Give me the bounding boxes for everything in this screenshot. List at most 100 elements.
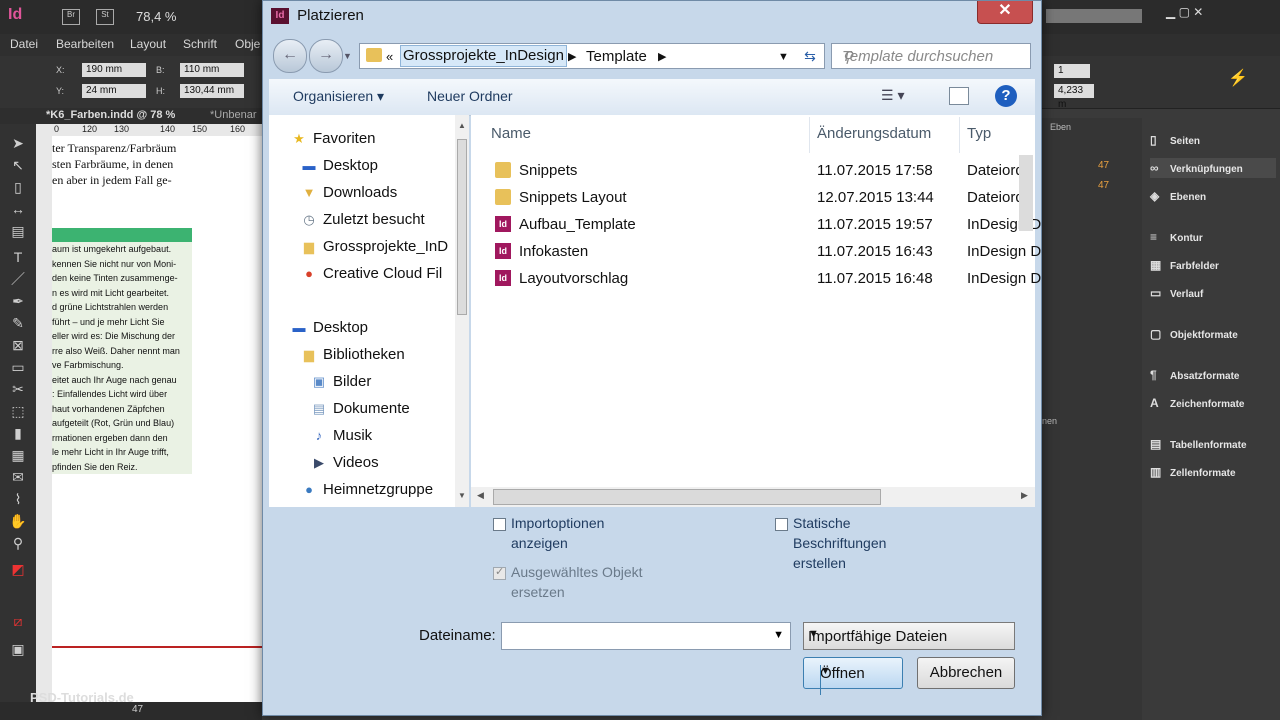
apply-none-icon[interactable]: ⧄ bbox=[9, 612, 27, 630]
nav-bibliotheken[interactable]: ▆ Bibliotheken bbox=[299, 344, 405, 366]
breadcrumb-template[interactable]: Template bbox=[586, 47, 647, 67]
panel-tabellenformate[interactable]: ▤ Tabellenformate bbox=[1150, 434, 1276, 454]
file-row[interactable]: Snippets Layout 12.07.2015 13:44 Dateior… bbox=[471, 185, 1035, 212]
pen-tool-icon[interactable]: ✒ bbox=[9, 292, 27, 310]
gradient-tool-icon[interactable]: ▮ bbox=[9, 424, 27, 442]
nav-heimnetzgruppe[interactable]: ● Heimnetzgruppe bbox=[299, 479, 433, 501]
panel-objektformate[interactable]: ▢ Objektformate bbox=[1150, 324, 1276, 344]
h-field[interactable]: 130,44 mm bbox=[180, 84, 244, 98]
zoom-tool-icon[interactable]: ⚲ bbox=[9, 534, 27, 552]
address-bar[interactable]: « Grossprojekte_InDesign ▶ Template ▶ ▼ bbox=[359, 43, 825, 69]
preview-pane-icon[interactable] bbox=[949, 87, 969, 105]
breadcrumb-separator-icon[interactable]: ▶ bbox=[568, 47, 576, 67]
import-options-label[interactable]: Importoptionen anzeigen bbox=[511, 513, 631, 553]
breadcrumb-grossprojekte[interactable]: Grossprojekte_InDesign bbox=[400, 45, 567, 67]
layers-panel-tab[interactable]: Eben bbox=[1050, 122, 1071, 132]
doc-tab-2[interactable]: *Unbenar bbox=[210, 109, 256, 121]
column-divider[interactable] bbox=[809, 117, 810, 153]
panel-kontur[interactable]: ≡ Kontur bbox=[1150, 227, 1276, 247]
hand-tool-icon[interactable]: ✋ bbox=[9, 512, 27, 530]
panel-zeichenformate[interactable]: A Zeichenformate bbox=[1150, 393, 1276, 413]
cancel-button[interactable]: Abbrechen bbox=[917, 657, 1015, 689]
panel-absatzformate[interactable]: ¶ Absatzformate bbox=[1150, 365, 1276, 385]
import-options-checkbox[interactable] bbox=[493, 518, 506, 531]
nav-creative-cloud[interactable]: ● Creative Cloud Fil bbox=[299, 263, 442, 285]
nav-dokumente[interactable]: ▤ Dokumente bbox=[309, 398, 410, 420]
page-number[interactable]: 47 bbox=[132, 704, 143, 715]
page-tool-icon[interactable]: ▯ bbox=[9, 178, 27, 196]
open-button[interactable]: Öffnen ▼ bbox=[803, 657, 903, 695]
nav-videos[interactable]: ▶ Videos bbox=[309, 452, 379, 474]
nav-favoriten[interactable]: ★ Favoriten bbox=[289, 128, 375, 150]
chevron-down-icon[interactable]: ▼ bbox=[773, 629, 784, 641]
gap-tool-icon[interactable]: ↔ bbox=[9, 200, 27, 218]
text-frame[interactable]: aum ist umgekehrt aufgebaut. kennen Sie … bbox=[52, 242, 192, 474]
nav-bilder[interactable]: ▣ Bilder bbox=[309, 371, 372, 393]
file-hscroll-thumb[interactable] bbox=[493, 489, 881, 505]
free-transform-tool-icon[interactable]: ⬚ bbox=[9, 402, 27, 420]
panel-zellenformate[interactable]: ▥ Zellenformate bbox=[1150, 462, 1276, 482]
forward-button[interactable]: → bbox=[309, 39, 343, 73]
recent-locations-dropdown[interactable]: ▼ bbox=[343, 51, 353, 61]
green-heading-bar[interactable] bbox=[52, 228, 192, 242]
content-collector-icon[interactable]: ▤ bbox=[9, 222, 27, 240]
type-tool-icon[interactable]: T bbox=[9, 248, 27, 266]
stock-icon[interactable]: St bbox=[96, 9, 114, 25]
breadcrumb-overflow[interactable]: « bbox=[386, 47, 393, 67]
menu-layout[interactable]: Layout bbox=[130, 37, 166, 51]
search-input[interactable]: Template durchsuchen ⚲ bbox=[831, 43, 1031, 69]
nav-desktop-root[interactable]: ▬ Desktop bbox=[289, 317, 369, 339]
panel-farbfelder[interactable]: ▦ Farbfelder bbox=[1150, 255, 1276, 275]
x-field[interactable]: 190 mm bbox=[82, 63, 146, 77]
replace-selected-checkbox[interactable]: ✓ bbox=[493, 566, 506, 580]
nav-scrollbar[interactable]: ▲ ▼ bbox=[455, 115, 469, 507]
nav-downloads[interactable]: ▼ Downloads bbox=[299, 182, 398, 204]
app-window-controls[interactable]: ▁ ▢ ✕ bbox=[1166, 5, 1203, 19]
file-row[interactable]: Id Infokasten 11.07.2015 16:43 InDesign … bbox=[471, 239, 1041, 266]
menu-datei[interactable]: Datei bbox=[10, 37, 38, 51]
file-row[interactable]: Id Layoutvorschlag 11.07.2015 16:48 InDe… bbox=[471, 266, 1041, 293]
pencil-tool-icon[interactable]: ✎ bbox=[9, 314, 27, 332]
column-type[interactable]: Typ bbox=[967, 125, 991, 142]
doc-tab-active[interactable]: *K6_Farben.indd @ 78 % bbox=[46, 109, 175, 121]
column-name[interactable]: Name bbox=[491, 125, 531, 142]
direct-selection-tool-icon[interactable]: ↖ bbox=[9, 156, 27, 174]
close-button[interactable]: ✕ bbox=[977, 1, 1033, 24]
refresh-button[interactable]: ⇆ bbox=[797, 45, 823, 67]
selection-tool-icon[interactable]: ➤ bbox=[9, 134, 27, 152]
new-folder-button[interactable]: Neuer Ordner bbox=[427, 88, 513, 104]
scroll-down-icon[interactable]: ▼ bbox=[458, 491, 466, 500]
column-divider[interactable] bbox=[959, 117, 960, 153]
b-field[interactable]: 110 mm bbox=[180, 63, 244, 77]
lightning-icon[interactable]: ⚡ bbox=[1228, 68, 1248, 88]
address-history-icon[interactable]: ▼ bbox=[778, 47, 789, 67]
search-icon[interactable]: ⚲ bbox=[842, 48, 853, 66]
nav-scroll-thumb[interactable] bbox=[457, 139, 467, 315]
line-tool-icon[interactable]: ／ bbox=[9, 270, 27, 288]
panel-seiten[interactable]: ▯ Seiten bbox=[1150, 130, 1276, 150]
rect-frame-tool-icon[interactable]: ⊠ bbox=[9, 336, 27, 354]
nav-desktop[interactable]: ▬ Desktop bbox=[299, 155, 379, 177]
organize-button[interactable]: Organisieren ▾ bbox=[293, 88, 384, 105]
menu-bearbeiten[interactable]: Bearbeiten bbox=[56, 37, 114, 51]
right-field-2[interactable]: 4,233 m bbox=[1054, 84, 1094, 110]
file-row[interactable]: Id Aufbau_Template 11.07.2015 19:57 InDe… bbox=[471, 212, 1041, 239]
file-row[interactable]: Snippets 11.07.2015 17:58 Dateiordn bbox=[471, 158, 1035, 185]
screen-mode-icon[interactable]: ▣ bbox=[9, 640, 27, 658]
panel-verknuepfungen[interactable]: ∞ Verknüpfungen bbox=[1150, 158, 1276, 178]
zoom-level[interactable]: 78,4 % bbox=[136, 9, 176, 24]
dialog-titlebar[interactable]: Id Platzieren bbox=[271, 7, 364, 29]
app-search[interactable] bbox=[1046, 9, 1142, 23]
scissors-tool-icon[interactable]: ✂ bbox=[9, 380, 27, 398]
back-button[interactable]: ← bbox=[273, 39, 307, 73]
help-icon[interactable]: ? bbox=[995, 85, 1017, 107]
chevron-down-icon[interactable]: ▼ bbox=[820, 665, 831, 677]
panel-ebenen[interactable]: ◈ Ebenen bbox=[1150, 186, 1276, 206]
file-hscrollbar[interactable]: ◀ ▶ bbox=[471, 487, 1035, 507]
bridge-icon[interactable]: Br bbox=[62, 9, 80, 25]
eyedropper-tool-icon[interactable]: ⌇ bbox=[9, 490, 27, 508]
nav-recent[interactable]: ◷ Zuletzt besucht bbox=[299, 209, 424, 231]
nav-musik[interactable]: ♪ Musik bbox=[309, 425, 372, 447]
view-options-icon[interactable]: ☰ ▾ bbox=[881, 87, 904, 104]
gradient-feather-icon[interactable]: ▦ bbox=[9, 446, 27, 464]
